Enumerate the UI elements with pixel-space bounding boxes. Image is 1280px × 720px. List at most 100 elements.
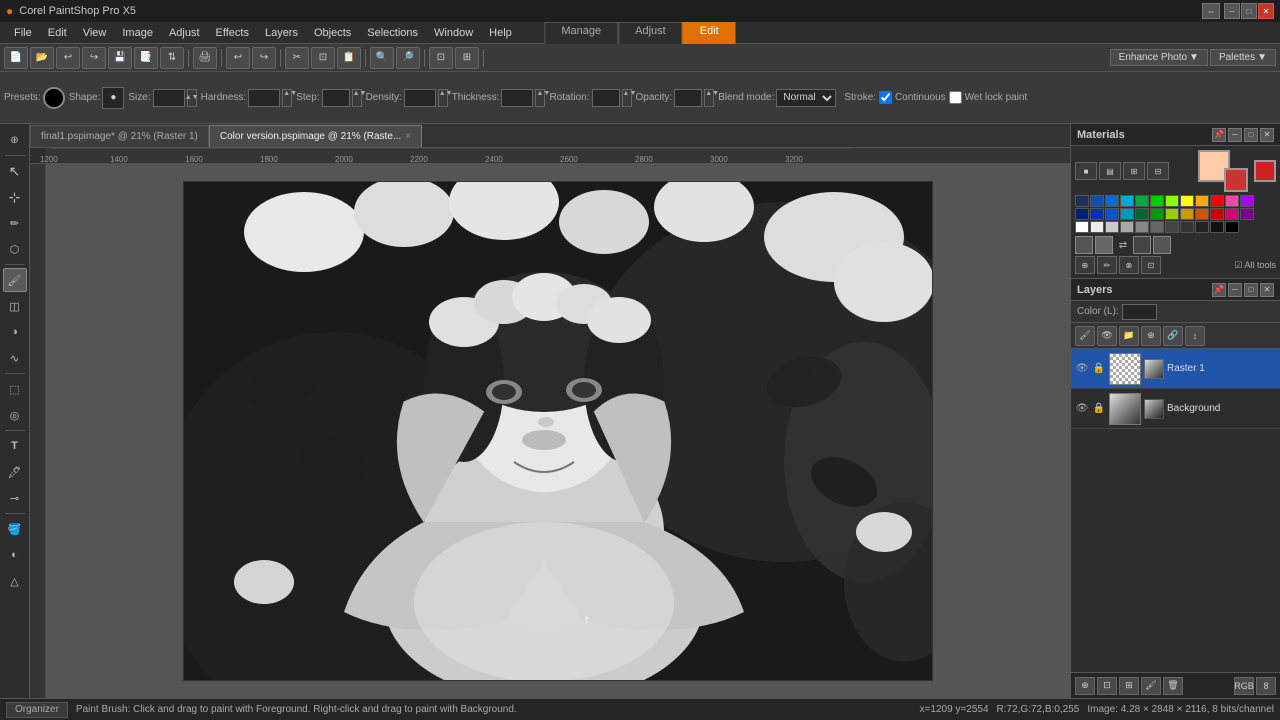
sw-green1[interactable] xyxy=(1135,195,1149,207)
sw-lgray1[interactable] xyxy=(1090,221,1104,233)
restore-btn[interactable]: □ xyxy=(1241,3,1257,19)
switch-arrow[interactable]: ⇄ xyxy=(1115,237,1131,253)
copy-layer-btn[interactable]: ⊡ xyxy=(1097,677,1117,695)
shape-select[interactable]: ● xyxy=(102,87,124,109)
mat-pattern-btn[interactable]: ⊞ xyxy=(1123,162,1145,180)
mat-gradient-btn[interactable]: ▤ xyxy=(1099,162,1121,180)
hardness-input[interactable]: 80 xyxy=(248,89,280,107)
sw-lgray2[interactable] xyxy=(1105,221,1119,233)
new-layer-btn[interactable]: ⊕ xyxy=(1075,677,1095,695)
fill-layer-btn[interactable]: 🖌 xyxy=(1141,677,1161,695)
sw-pink[interactable] xyxy=(1225,195,1239,207)
menu-edit[interactable]: Edit xyxy=(40,25,75,41)
selection-tool-btn[interactable]: ⬚ xyxy=(3,377,27,401)
canvas-scroll[interactable]: ↑ xyxy=(46,164,1070,698)
sw2-8[interactable] xyxy=(1180,208,1194,220)
layers-max-btn[interactable]: □ xyxy=(1244,283,1258,297)
mat-copy-btn[interactable]: ⊡ xyxy=(1141,256,1161,274)
fit2-btn[interactable]: ⊞ xyxy=(455,47,479,69)
sw-mgray1[interactable] xyxy=(1135,221,1149,233)
undo-btn[interactable]: ↩ xyxy=(226,47,250,69)
sw2-11[interactable] xyxy=(1225,208,1239,220)
hardness-spin[interactable]: ▲▼ xyxy=(282,89,292,107)
tex-sw1[interactable] xyxy=(1075,236,1093,254)
sw2-12[interactable] xyxy=(1240,208,1254,220)
sw-cyan[interactable] xyxy=(1120,195,1134,207)
materials-close-btn[interactable]: ✕ xyxy=(1260,128,1274,142)
wetlock-check[interactable] xyxy=(949,91,962,104)
crop-tool-btn[interactable]: ⬡ xyxy=(3,237,27,261)
opacity-spin[interactable]: ▲▼ xyxy=(704,89,714,107)
step-input[interactable]: 10 xyxy=(322,89,350,107)
sw2-3[interactable] xyxy=(1105,208,1119,220)
rotation-input[interactable]: 0 xyxy=(592,89,620,107)
sw-mgray2[interactable] xyxy=(1150,221,1164,233)
print-btn[interactable]: 🖨 xyxy=(193,47,217,69)
sw-lgray3[interactable] xyxy=(1120,221,1134,233)
sw-blue[interactable] xyxy=(1090,195,1104,207)
zoom-in-btn[interactable]: 🔍 xyxy=(370,47,394,69)
step-spin[interactable]: ▲▼ xyxy=(352,89,362,107)
pen-tool-btn[interactable]: 🖊 xyxy=(3,460,27,484)
sw2-10[interactable] xyxy=(1210,208,1224,220)
mat-solid-btn[interactable]: ■ xyxy=(1075,162,1097,180)
menu-image[interactable]: Image xyxy=(114,25,161,41)
back-btn[interactable]: ↩ xyxy=(56,47,80,69)
warp-tool-btn[interactable]: ⊸ xyxy=(3,486,27,510)
menu-objects[interactable]: Objects xyxy=(306,25,359,41)
close-btn[interactable]: ✕ xyxy=(1258,3,1274,19)
tab-adjust[interactable]: Adjust xyxy=(618,22,683,44)
fit-btn[interactable]: ⊡ xyxy=(429,47,453,69)
sw-purple[interactable] xyxy=(1240,195,1254,207)
minimize-btn[interactable]: ─ xyxy=(1224,3,1240,19)
tex-sw4[interactable] xyxy=(1153,236,1171,254)
sw-dgray3[interactable] xyxy=(1195,221,1209,233)
view-size-btn[interactable]: ⊕ xyxy=(3,128,27,152)
zoom-out-btn[interactable]: 🔎 xyxy=(396,47,420,69)
smear-tool-btn[interactable]: ∿ xyxy=(3,346,27,370)
save-btn[interactable]: 💾 xyxy=(108,47,132,69)
bg-color-swatch[interactable] xyxy=(1224,168,1248,192)
layers-close-btn[interactable]: ✕ xyxy=(1260,283,1274,297)
delete-layer-btn[interactable]: 🗑 xyxy=(1163,677,1183,695)
sw2-6[interactable] xyxy=(1150,208,1164,220)
materials-pin-btn[interactable]: 📌 xyxy=(1212,128,1226,142)
layer-eye-btn[interactable]: 👁 xyxy=(1097,326,1117,346)
layer-lock-bg[interactable]: 🔒 xyxy=(1092,402,1106,416)
menu-help[interactable]: Help xyxy=(481,25,520,41)
redo-btn[interactable]: ↪ xyxy=(252,47,276,69)
sw-white[interactable] xyxy=(1075,221,1089,233)
sw-dgray4[interactable] xyxy=(1210,221,1224,233)
layer-arrange-btn[interactable]: ↕ xyxy=(1185,326,1205,346)
menu-file[interactable]: File xyxy=(6,25,40,41)
tex-sw3[interactable] xyxy=(1133,236,1151,254)
canvas-image[interactable]: ↑ xyxy=(183,181,933,681)
blend-select[interactable]: Normal xyxy=(776,89,836,107)
size-spin[interactable]: ▲▼ xyxy=(187,89,197,107)
thickness-spin[interactable]: ▲▼ xyxy=(535,89,545,107)
enhance-photo-btn[interactable]: Enhance Photo ▼ xyxy=(1110,49,1208,66)
merge-all-btn[interactable]: ⊞ xyxy=(1119,677,1139,695)
layers-opacity-input[interactable]: 100 xyxy=(1122,304,1157,320)
size-input[interactable]: 23 xyxy=(153,89,185,107)
sharpen-tool-btn[interactable]: △ xyxy=(3,569,27,593)
draw-tool-btn[interactable]: ✏ xyxy=(3,211,27,235)
bit-depth-btn[interactable]: 8 xyxy=(1256,677,1276,695)
share-btn[interactable]: ⇅ xyxy=(160,47,184,69)
menu-effects[interactable]: Effects xyxy=(208,25,257,41)
sw-black[interactable] xyxy=(1225,221,1239,233)
density-spin[interactable]: ▲▼ xyxy=(438,89,448,107)
sw-dgray2[interactable] xyxy=(1180,221,1194,233)
clone-tool-btn[interactable]: ◑ xyxy=(3,320,27,344)
open-btn[interactable]: 📂 xyxy=(30,47,54,69)
dodge-tool-btn[interactable]: ◐ xyxy=(3,543,27,567)
mat-special-btn[interactable]: ⊟ xyxy=(1147,162,1169,180)
channel-mode-btn[interactable]: RGB xyxy=(1234,677,1254,695)
materials-max-btn[interactable]: □ xyxy=(1244,128,1258,142)
materials-min-btn[interactable]: ─ xyxy=(1228,128,1242,142)
organizer-tab[interactable]: Organizer xyxy=(6,702,68,718)
mat-edit-btn[interactable]: ✏ xyxy=(1097,256,1117,274)
new-btn[interactable]: 📄 xyxy=(4,47,28,69)
menu-window[interactable]: Window xyxy=(426,25,481,41)
doc-tab-close[interactable]: × xyxy=(405,131,411,142)
